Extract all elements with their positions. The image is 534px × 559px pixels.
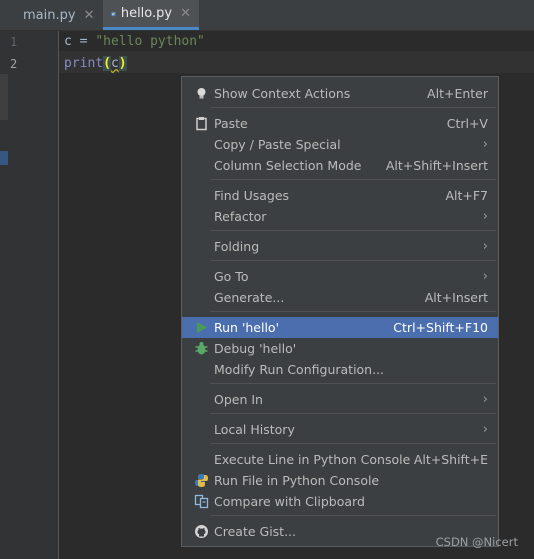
menu-item-shortcut: Alt+Enter <box>427 86 488 101</box>
editor-tab-bar: main.py ✕ hello.py ✕ <box>0 0 534 31</box>
debug-bug-icon <box>195 342 208 355</box>
menu-item-label: Refactor <box>214 209 267 224</box>
menu-separator <box>210 383 496 384</box>
menu-item-label: Column Selection Mode <box>214 158 362 173</box>
menu-item-refactor[interactable]: Refactor › <box>182 206 498 227</box>
tab-main-py[interactable]: main.py ✕ <box>10 0 102 30</box>
tab-hello-py[interactable]: hello.py ✕ <box>103 0 199 30</box>
menu-item-copy-paste-special[interactable]: Copy / Paste Special › <box>182 134 498 155</box>
menu-item-run-hello[interactable]: Run 'hello' Ctrl+Shift+F10 <box>182 317 498 338</box>
menu-item-generate[interactable]: Generate... Alt+Insert <box>182 287 498 308</box>
submenu-chevron-icon: › <box>482 137 488 152</box>
menu-item-label: Create Gist... <box>214 524 297 539</box>
menu-separator <box>210 515 496 516</box>
menu-item-execute-line-in-console[interactable]: Execute Line in Python Console Alt+Shift… <box>182 449 498 470</box>
menu-item-label: Run 'hello' <box>214 320 280 335</box>
menu-item-label: Debug 'hello' <box>214 341 297 356</box>
clipboard-icon <box>196 117 207 131</box>
code-paren-open: ( <box>103 56 111 71</box>
compare-icon <box>194 494 209 509</box>
gutter-marker <box>0 151 8 165</box>
github-icon <box>195 525 208 538</box>
submenu-chevron-icon: › <box>482 239 488 254</box>
line-number: 2 <box>10 57 18 71</box>
menu-item-go-to[interactable]: Go To › <box>182 266 498 287</box>
menu-item-local-history[interactable]: Local History › <box>182 419 498 440</box>
code-argument: c <box>110 56 119 71</box>
menu-item-shortcut: Alt+Insert <box>424 290 488 305</box>
code-line-2: print(c) <box>64 56 127 71</box>
menu-item-shortcut: Ctrl+V <box>446 116 488 131</box>
menu-item-label: Find Usages <box>214 188 290 203</box>
gutter-marker <box>0 74 8 120</box>
menu-item-label: Paste <box>214 116 248 131</box>
menu-item-column-selection-mode[interactable]: Column Selection Mode Alt+Shift+Insert <box>182 155 498 176</box>
python-file-icon <box>111 11 116 16</box>
menu-separator <box>210 179 496 180</box>
menu-item-shortcut: Alt+F7 <box>445 188 488 203</box>
watermark-text: CSDN @Nicert <box>435 535 518 549</box>
lightbulb-icon <box>197 88 206 99</box>
tab-label: hello.py <box>120 6 173 21</box>
run-icon <box>197 322 207 333</box>
menu-item-label: Go To <box>214 269 249 284</box>
menu-item-label: Compare with Clipboard <box>214 494 365 509</box>
menu-item-open-in[interactable]: Open In › <box>182 389 498 410</box>
submenu-chevron-icon: › <box>482 422 488 437</box>
menu-item-label: Open In <box>214 392 263 407</box>
menu-item-modify-run-configuration[interactable]: Modify Run Configuration... <box>182 359 498 380</box>
menu-item-show-context-actions[interactable]: Show Context Actions Alt+Enter <box>182 83 498 104</box>
menu-item-label: Local History <box>214 422 295 437</box>
menu-separator <box>210 443 496 444</box>
menu-separator <box>210 413 496 414</box>
code-function: print <box>64 56 104 71</box>
tab-label: main.py <box>23 7 76 23</box>
line-number-gutter[interactable]: 1 2 <box>0 31 59 559</box>
menu-item-shortcut: Ctrl+Shift+F10 <box>393 320 488 335</box>
menu-item-debug-hello[interactable]: Debug 'hello' <box>182 338 498 359</box>
menu-item-shortcut: Alt+Shift+Insert <box>385 158 488 173</box>
menu-item-find-usages[interactable]: Find Usages Alt+F7 <box>182 185 498 206</box>
menu-item-paste[interactable]: Paste Ctrl+V <box>182 113 498 134</box>
menu-item-run-file-in-console[interactable]: Run File in Python Console <box>182 470 498 491</box>
python-icon <box>195 474 208 487</box>
code-variable: c <box>64 34 72 49</box>
menu-separator <box>210 311 496 312</box>
menu-item-label: Copy / Paste Special <box>214 137 341 152</box>
menu-item-label: Folding <box>214 239 260 254</box>
menu-separator <box>210 260 496 261</box>
menu-item-label: Generate... <box>214 290 285 305</box>
code-string: "hello python" <box>95 34 205 49</box>
close-tab-icon[interactable]: ✕ <box>84 8 95 23</box>
code-line-1: c = "hello python" <box>64 34 205 49</box>
menu-item-label: Modify Run Configuration... <box>214 362 385 377</box>
submenu-chevron-icon: › <box>482 269 488 284</box>
line-number: 1 <box>10 35 18 49</box>
menu-item-shortcut: Alt+Shift+E <box>413 452 488 467</box>
menu-item-folding[interactable]: Folding › <box>182 236 498 257</box>
current-line-highlight <box>59 51 534 73</box>
menu-item-label: Show Context Actions <box>214 86 351 101</box>
menu-separator <box>210 230 496 231</box>
close-tab-icon[interactable]: ✕ <box>180 6 191 21</box>
code-paren-close: ) <box>118 56 127 71</box>
menu-item-compare-with-clipboard[interactable]: Compare with Clipboard <box>182 491 498 512</box>
submenu-chevron-icon: › <box>482 392 488 407</box>
submenu-chevron-icon: › <box>482 209 488 224</box>
editor-context-menu: Show Context Actions Alt+Enter Paste Ctr… <box>181 76 499 547</box>
menu-item-label: Run File in Python Console <box>214 473 380 488</box>
code-operator: = <box>71 34 96 49</box>
menu-item-label: Execute Line in Python Console <box>214 452 411 467</box>
menu-separator <box>210 107 496 108</box>
